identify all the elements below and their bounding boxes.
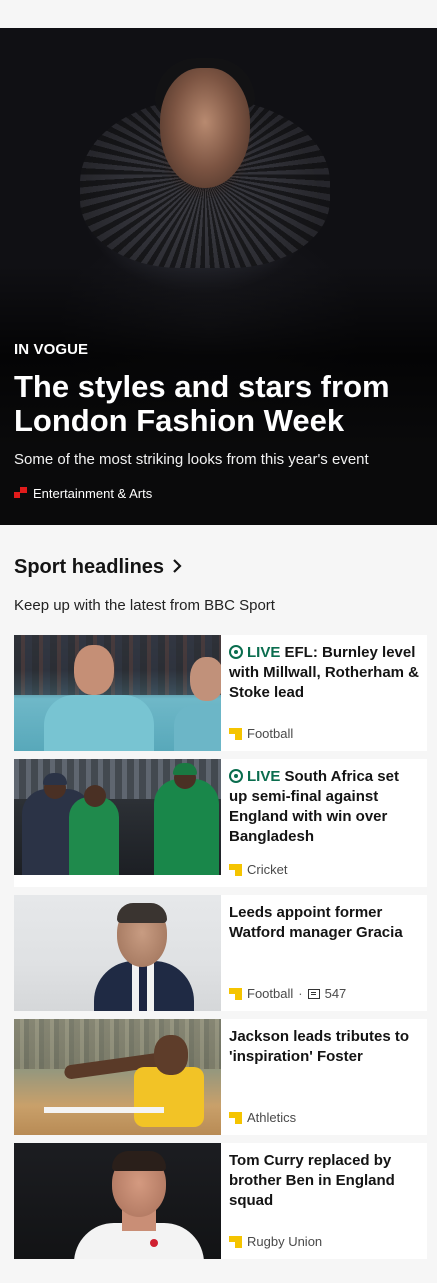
hero-promo[interactable]: IN VOGUE The styles and stars from Londo… xyxy=(0,28,437,525)
story-headline[interactable]: Jackson leads tributes to 'inspiration' … xyxy=(229,1027,419,1067)
hero-kicker: IN VOGUE xyxy=(14,341,89,358)
bbc-sport-topic-icon xyxy=(229,1111,242,1124)
story-topic-link[interactable]: Cricket xyxy=(229,862,287,877)
story-card[interactable]: LIVE EFL: Burnley level with Millwall, R… xyxy=(14,635,427,751)
story-topic-link[interactable]: Rugby Union xyxy=(229,1234,322,1249)
hero-headline[interactable]: The styles and stars from London Fashion… xyxy=(14,370,424,438)
story-card[interactable]: Jackson leads tributes to 'inspiration' … xyxy=(14,1019,427,1135)
story-image xyxy=(14,1019,221,1135)
story-topic: Rugby Union xyxy=(247,1234,323,1249)
hero-summary: Some of the most striking looks from thi… xyxy=(14,451,369,468)
story-card[interactable]: LIVE South Africa set up semi-final agai… xyxy=(14,759,427,887)
bbc-news-topic-icon xyxy=(14,487,27,500)
live-icon xyxy=(229,769,243,783)
bbc-sport-topic-icon xyxy=(229,987,242,1000)
hero-topic-label: Entertainment & Arts xyxy=(33,486,153,501)
bbc-sport-topic-icon xyxy=(229,727,242,740)
live-label: LIVE xyxy=(247,768,281,785)
chevron-right-icon xyxy=(172,558,182,578)
story-topic-link[interactable]: Athletics xyxy=(229,1110,296,1125)
live-icon xyxy=(229,645,243,659)
section-subtitle: Keep up with the latest from BBC Sport xyxy=(14,597,275,614)
story-topic: Cricket xyxy=(247,862,288,877)
story-headline[interactable]: Leeds appoint former Watford manager Gra… xyxy=(229,903,419,943)
story-headline[interactable]: Tom Curry replaced by brother Ben in Eng… xyxy=(229,1151,419,1211)
bbc-sport-topic-icon xyxy=(229,863,242,876)
comment-count[interactable]: 547 xyxy=(325,986,347,1001)
live-label: LIVE xyxy=(247,644,281,661)
story-image xyxy=(14,895,221,1011)
story-topic: Athletics xyxy=(247,1110,297,1125)
story-image xyxy=(14,635,221,751)
section-title: Sport headlines xyxy=(14,556,165,578)
story-headline[interactable]: LIVE EFL: Burnley level with Millwall, R… xyxy=(229,643,419,703)
bbc-sport-topic-icon xyxy=(229,1235,242,1248)
story-card[interactable]: Tom Curry replaced by brother Ben in Eng… xyxy=(14,1143,427,1259)
story-image xyxy=(14,759,221,875)
story-topic: Football xyxy=(247,986,294,1001)
story-topic: Football xyxy=(247,726,294,741)
story-image xyxy=(14,1143,221,1259)
story-topic-link[interactable]: Football · 547 xyxy=(229,986,346,1001)
sport-headlines-link[interactable]: Sport headlines xyxy=(14,556,182,579)
story-headline[interactable]: LIVE South Africa set up semi-final agai… xyxy=(229,767,419,847)
hero-topic-link[interactable]: Entertainment & Arts xyxy=(14,486,424,501)
story-topic-link[interactable]: Football xyxy=(229,726,293,741)
story-card[interactable]: Leeds appoint former Watford manager Gra… xyxy=(14,895,427,1011)
meta-separator: · xyxy=(298,986,303,1001)
comments-icon xyxy=(307,988,320,999)
